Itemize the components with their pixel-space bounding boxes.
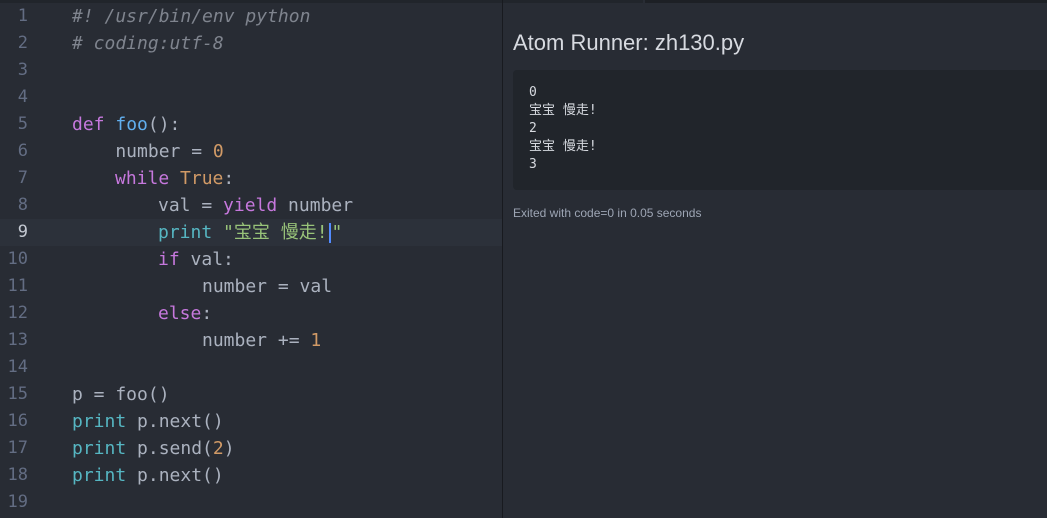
plain-token: number += xyxy=(202,330,311,351)
keyword-token: if xyxy=(158,249,180,270)
string-token: "宝宝 慢走! xyxy=(223,222,328,243)
line-number: 12 xyxy=(7,303,28,323)
punctuation-token: : xyxy=(223,168,235,189)
plain-token: number = val xyxy=(202,276,333,297)
code-line[interactable]: 2 # coding:utf-8 xyxy=(0,30,502,57)
code-text: number = val xyxy=(202,273,332,300)
string-token: " xyxy=(331,222,343,243)
output-line: 2 xyxy=(529,121,537,136)
function-name-token: foo xyxy=(115,114,148,135)
line-number: 10 xyxy=(7,249,28,269)
line-number: 6 xyxy=(17,141,28,161)
line-number: 11 xyxy=(7,276,28,296)
code-editor-pane[interactable]: 1 #! /usr/bin/env python 2 # coding:utf-… xyxy=(0,0,502,518)
punctuation-token: : xyxy=(201,303,213,324)
code-line[interactable]: 7 while True: xyxy=(0,165,502,192)
code-text: if val: xyxy=(158,246,234,273)
line-number: 19 xyxy=(7,492,28,512)
plain-token: p = foo() xyxy=(72,384,170,405)
code-line[interactable]: 6 number = 0 xyxy=(0,138,502,165)
plain-token: number = xyxy=(72,141,213,162)
output-line: 宝宝 慢走! xyxy=(529,103,597,118)
plain-token: p.send( xyxy=(126,438,213,459)
code-line[interactable]: 11 number = val xyxy=(0,273,502,300)
code-line[interactable]: 15 p = foo() xyxy=(0,381,502,408)
output-line: 0 xyxy=(529,85,537,100)
line-number: 8 xyxy=(17,195,28,215)
runner-tab-strip xyxy=(503,0,643,3)
code-text: print "宝宝 慢走! " xyxy=(158,219,342,246)
line-number: 2 xyxy=(17,33,28,53)
plain-token: p.next() xyxy=(126,465,224,486)
runner-tab-strip-inactive xyxy=(645,0,1047,3)
keyword-token: else xyxy=(158,303,202,324)
comment-token: #! /usr/bin/env python xyxy=(72,6,311,27)
code-line[interactable]: 3 xyxy=(0,57,502,84)
line-number: 16 xyxy=(7,411,28,431)
code-line[interactable]: 12 else: xyxy=(0,300,502,327)
code-text: p = foo() xyxy=(72,381,170,408)
code-line[interactable]: 18 print p.next() xyxy=(0,462,502,489)
output-line: 宝宝 慢走! xyxy=(529,139,597,154)
line-number: 3 xyxy=(17,60,28,80)
line-number: 14 xyxy=(7,357,28,377)
output-panel[interactable]: 0 宝宝 慢走! 2 宝宝 慢走! 3 xyxy=(513,70,1047,190)
text-cursor xyxy=(328,223,331,243)
plain-token: ) xyxy=(223,438,235,459)
line-number: 13 xyxy=(7,330,28,350)
code-text: # coding:utf-8 xyxy=(72,30,224,57)
line-number: 17 xyxy=(7,438,28,458)
line-number: 9 xyxy=(17,222,28,242)
punctuation-token: (): xyxy=(147,114,181,135)
line-number: 1 xyxy=(17,6,28,26)
number-token: 1 xyxy=(310,330,322,351)
code-line-active[interactable]: 9 print "宝宝 慢走! " xyxy=(0,219,502,246)
code-line[interactable]: 14 xyxy=(0,354,502,381)
number-token: 0 xyxy=(212,141,224,162)
code-line[interactable]: 5 def foo(): xyxy=(0,111,502,138)
code-text: val = yield number xyxy=(158,192,353,219)
keyword-token: def xyxy=(72,114,105,135)
plain-token: val = xyxy=(158,195,224,216)
output-line: 3 xyxy=(529,157,537,172)
builtin-token: print xyxy=(72,438,127,459)
code-line[interactable]: 13 number += 1 xyxy=(0,327,502,354)
code-text: def foo(): xyxy=(72,111,180,138)
code-text: print p.next() xyxy=(72,462,224,489)
builtin-token: print xyxy=(158,222,213,243)
line-number: 18 xyxy=(7,465,28,485)
code-line[interactable]: 8 val = yield number xyxy=(0,192,502,219)
code-line[interactable]: 4 xyxy=(0,84,502,111)
builtin-token: print xyxy=(72,411,127,432)
plain-token: val: xyxy=(179,249,234,270)
line-number: 7 xyxy=(17,168,28,188)
builtin-token: print xyxy=(72,465,127,486)
plain-token: p.next() xyxy=(126,411,224,432)
keyword-token: while xyxy=(115,168,170,189)
code-line[interactable]: 1 #! /usr/bin/env python xyxy=(0,3,502,30)
code-line[interactable]: 10 if val: xyxy=(0,246,502,273)
number-token: 2 xyxy=(212,438,224,459)
atom-runner-pane[interactable]: Atom Runner: zh130.py 0 宝宝 慢走! 2 宝宝 慢走! … xyxy=(503,0,1047,518)
constant-token: True xyxy=(180,168,224,189)
code-line[interactable]: 16 print p.next() xyxy=(0,408,502,435)
code-text: while True: xyxy=(115,165,234,192)
keyword-token: yield xyxy=(223,195,278,216)
plain-token: number xyxy=(277,195,354,216)
code-text: print p.send(2) xyxy=(72,435,235,462)
code-text: else: xyxy=(158,300,212,327)
code-text: number += 1 xyxy=(202,327,321,354)
code-text: #! /usr/bin/env python xyxy=(72,3,310,30)
code-line[interactable]: 17 print p.send(2) xyxy=(0,435,502,462)
code-text: number = 0 xyxy=(72,138,224,165)
code-text: print p.next() xyxy=(72,408,224,435)
line-number: 15 xyxy=(7,384,28,404)
code-line[interactable]: 19 xyxy=(0,489,502,516)
exit-status-message: Exited with code=0 in 0.05 seconds xyxy=(513,206,702,220)
runner-title: Atom Runner: zh130.py xyxy=(513,30,745,55)
comment-token: # coding:utf-8 xyxy=(72,33,224,54)
line-number: 5 xyxy=(17,114,28,134)
line-number: 4 xyxy=(17,87,28,107)
